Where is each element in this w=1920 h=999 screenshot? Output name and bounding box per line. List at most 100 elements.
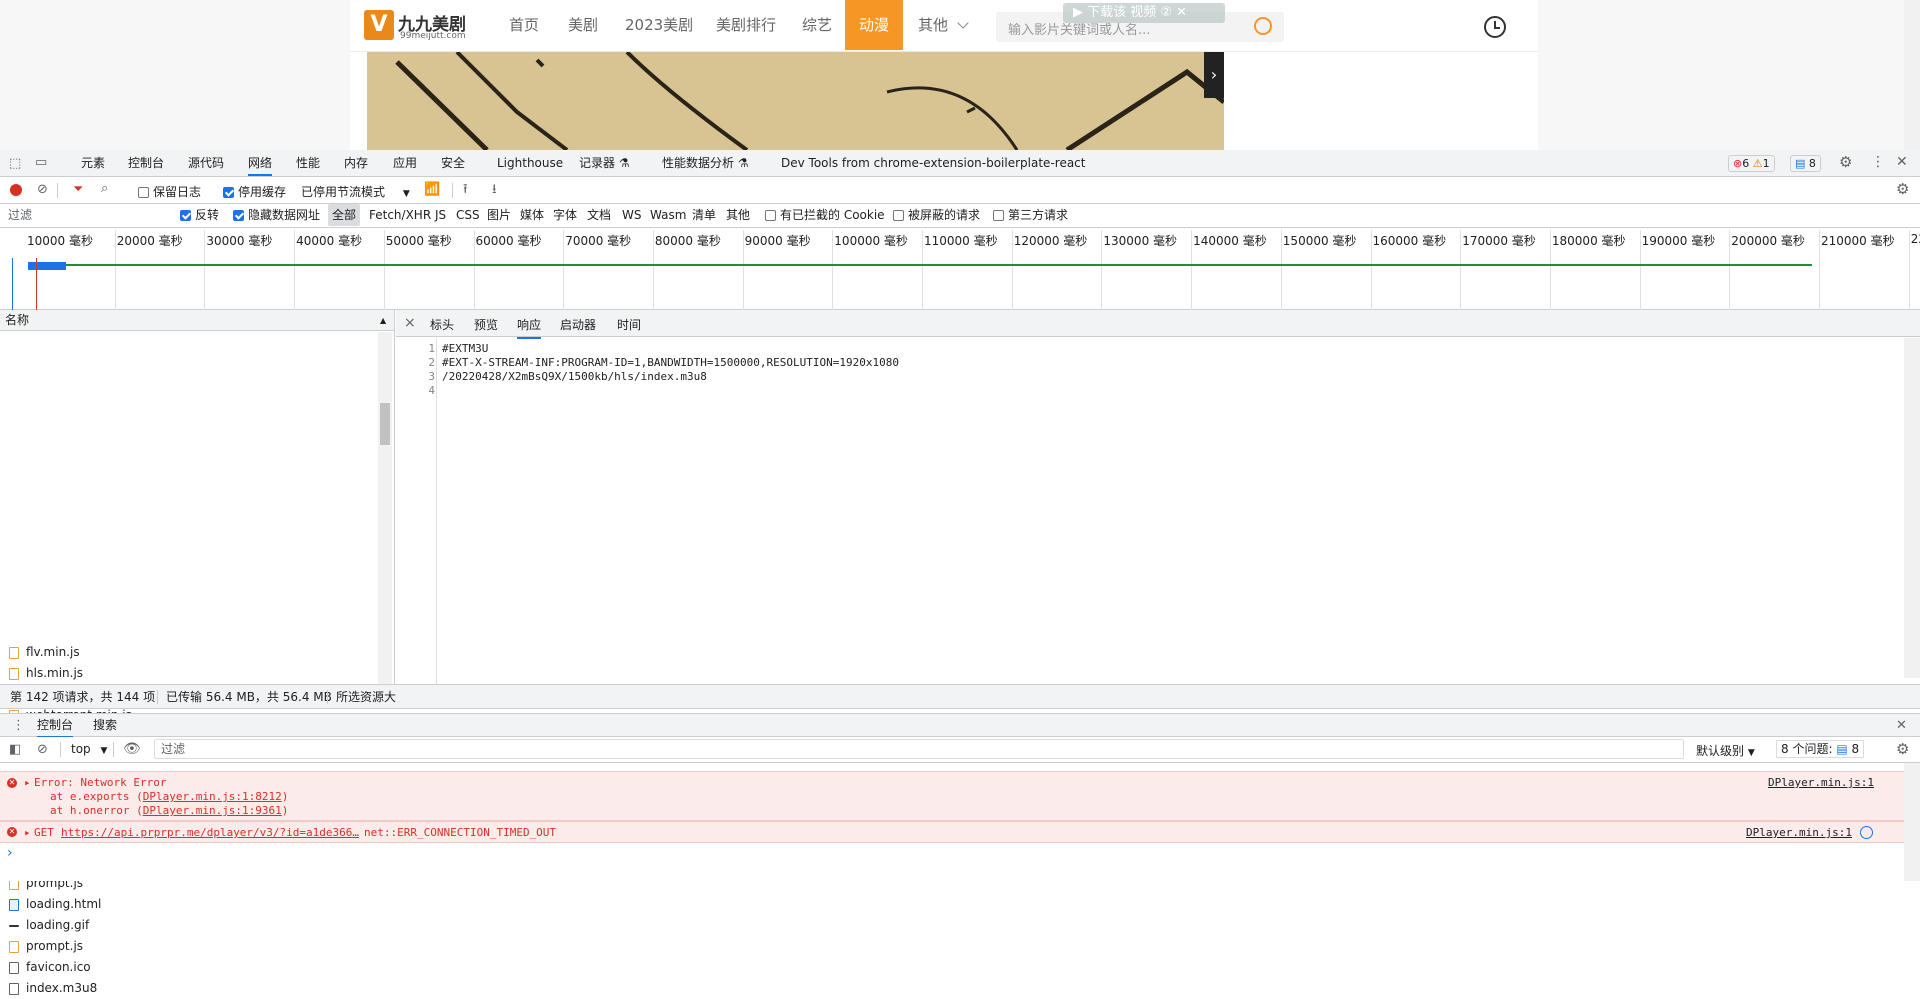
filter-type-other[interactable]: 其他 xyxy=(726,204,750,226)
error-expand-arrow[interactable]: ▸ xyxy=(24,776,31,789)
tab-memory[interactable]: 内存 xyxy=(344,150,368,176)
search-icon[interactable] xyxy=(1254,17,1272,35)
request-row[interactable]: favicon.ico xyxy=(0,957,376,978)
nav-variety[interactable]: 综艺 xyxy=(802,0,832,50)
clear-console-icon[interactable]: ⊘ xyxy=(37,743,48,756)
tab-extension-devtools[interactable]: Dev Tools from chrome-extension-boilerpl… xyxy=(781,150,1085,176)
close-drawer-icon[interactable]: ✕ xyxy=(1896,719,1907,732)
inspect-element-icon[interactable]: ⬚ xyxy=(9,157,21,170)
network-conditions-icon[interactable]: 📶 xyxy=(424,183,440,196)
nav-2023-drama[interactable]: 2023美剧 xyxy=(625,0,693,50)
nav-anime[interactable]: 动漫 xyxy=(845,0,903,50)
filter-type-media[interactable]: 媒体 xyxy=(520,204,544,226)
tab-performance[interactable]: 性能 xyxy=(296,150,320,176)
drawer-tab-search[interactable]: 搜索 xyxy=(93,714,117,736)
request-list-scrollbar[interactable] xyxy=(378,332,392,684)
search-icon[interactable]: ⌕ xyxy=(101,182,108,195)
filter-type-img[interactable]: 图片 xyxy=(487,204,511,226)
request-row[interactable]: flv.min.js xyxy=(0,642,376,663)
tab-preview[interactable]: 预览 xyxy=(474,316,498,333)
filter-type-wasm[interactable]: Wasm xyxy=(650,204,686,226)
checkbox-box[interactable] xyxy=(138,187,149,198)
filter-type-font[interactable]: 字体 xyxy=(553,204,577,226)
messages-counter[interactable]: ▤ 8 xyxy=(1790,155,1821,172)
error-source-link[interactable]: DPlayer.min.js:1 xyxy=(1746,826,1852,839)
checkbox-box[interactable] xyxy=(765,210,776,221)
page-scrollbar[interactable] xyxy=(1904,0,1920,150)
tab-elements[interactable]: 元素 xyxy=(81,150,105,176)
filter-type-css[interactable]: CSS xyxy=(456,204,480,226)
close-detail-icon[interactable]: × xyxy=(404,315,416,331)
scrollbar-thumb[interactable] xyxy=(380,403,390,445)
settings-gear-icon[interactable]: ⚙ xyxy=(1839,155,1852,170)
nav-home[interactable]: 首页 xyxy=(509,0,539,50)
record-icon[interactable] xyxy=(10,184,22,196)
live-expression-eye-icon[interactable]: 👁 xyxy=(123,742,141,756)
tab-performance-insights[interactable]: 性能数据分析 ⚗ xyxy=(662,150,749,176)
tab-headers[interactable]: 标头 xyxy=(430,316,454,333)
tab-sources[interactable]: 源代码 xyxy=(188,150,224,176)
drawer-menu-icon[interactable]: ⋮ xyxy=(12,719,25,732)
third-party-checkbox[interactable]: 第三方请求 xyxy=(993,204,1068,226)
console-filter-input[interactable]: 过滤 xyxy=(154,739,1684,759)
video-player[interactable] xyxy=(367,52,1224,150)
checkbox-box[interactable] xyxy=(223,187,234,198)
network-settings-gear-icon[interactable]: ⚙ xyxy=(1896,182,1909,197)
checkbox-box[interactable] xyxy=(893,210,904,221)
device-toolbar-icon[interactable]: ▭ xyxy=(35,156,47,169)
filter-type-doc[interactable]: 文档 xyxy=(587,204,611,226)
invert-checkbox[interactable]: 反转 xyxy=(180,204,219,226)
request-row[interactable]: index.m3u8 xyxy=(0,978,376,999)
tab-lighthouse[interactable]: Lighthouse xyxy=(497,150,563,176)
throttling-select[interactable]: 已停用节流模式 ▼ xyxy=(301,183,410,200)
close-devtools-icon[interactable]: ✕ xyxy=(1896,155,1908,169)
download-video-overlay[interactable]: ▶ 下载该 视频 ② ✕ xyxy=(1063,3,1225,23)
tab-initiator[interactable]: 启动器 xyxy=(560,316,596,333)
request-row[interactable]: loading.html xyxy=(0,894,376,915)
import-har-icon[interactable]: ⭱ xyxy=(463,183,468,196)
blocked-cookies-checkbox[interactable]: 有已拦截的 Cookie xyxy=(765,204,885,226)
issues-counter[interactable]: ⊗6 ⚠1 xyxy=(1728,155,1775,172)
console-network-error[interactable]: ✕ ▸ GET https://api.prprpr.me/dplayer/v3… xyxy=(0,821,1904,843)
disable-cache-checkbox[interactable]: 停用缓存 xyxy=(223,183,286,200)
video-next-button[interactable]: › xyxy=(1204,52,1224,98)
console-error-message[interactable]: ✕ ▸ Error: Network Error at e.exports (D… xyxy=(0,771,1904,821)
sidebar-toggle-icon[interactable]: ◧ xyxy=(9,743,21,756)
tab-network[interactable]: 网络 xyxy=(248,150,273,176)
site-logo[interactable]: V 九九美剧 99meijutt.com xyxy=(364,8,484,42)
tab-security[interactable]: 安全 xyxy=(441,150,465,176)
filter-type-fetch-xhr[interactable]: Fetch/XHR xyxy=(369,204,431,226)
log-level-select[interactable]: 默认级别 ▼ xyxy=(1696,742,1755,759)
filter-type-manifest[interactable]: 清单 xyxy=(692,204,716,226)
export-har-icon[interactable]: ⭳ xyxy=(492,183,497,196)
history-clock-icon[interactable] xyxy=(1484,16,1506,38)
tab-response[interactable]: 响应 xyxy=(517,316,542,339)
nav-other[interactable]: 其他 xyxy=(918,0,969,50)
preserve-log-checkbox[interactable]: 保留日志 xyxy=(138,183,201,200)
console-prompt[interactable]: › xyxy=(7,845,13,861)
response-scrollbar[interactable] xyxy=(1904,338,1920,678)
tab-application[interactable]: 应用 xyxy=(393,150,417,176)
error-expand-arrow[interactable]: ▸ xyxy=(24,826,31,839)
filter-type-js[interactable]: JS xyxy=(435,204,446,226)
clear-icon[interactable]: ⊘ xyxy=(37,183,48,196)
filter-type-ws[interactable]: WS xyxy=(622,204,641,226)
column-header-name[interactable]: 名称 ▲ xyxy=(0,310,394,331)
filter-input[interactable]: 过滤 xyxy=(8,204,32,226)
network-panel-link-icon[interactable] xyxy=(1860,826,1873,839)
nav-us-drama[interactable]: 美剧 xyxy=(568,0,598,50)
context-selector[interactable]: top ▼ xyxy=(71,742,107,756)
console-scrollbar[interactable] xyxy=(1904,763,1920,881)
checkbox-box[interactable] xyxy=(993,210,1004,221)
request-row[interactable]: hls.min.js xyxy=(0,663,376,684)
issues-button[interactable]: 8 个问题: ▤ 8 xyxy=(1776,740,1865,758)
request-row[interactable]: prompt.js xyxy=(0,936,376,957)
tab-recorder[interactable]: 记录器 ⚗ xyxy=(579,150,630,176)
tab-timing[interactable]: 时间 xyxy=(617,316,641,333)
filter-icon[interactable]: ⏷ xyxy=(73,183,83,196)
checkbox-box[interactable] xyxy=(233,210,244,221)
request-url-link[interactable]: https://api.prprpr.me/dplayer/v3/?id=a1d… xyxy=(61,826,359,839)
error-source-link[interactable]: DPlayer.min.js:1 xyxy=(1768,776,1874,789)
drawer-tab-console[interactable]: 控制台 xyxy=(37,714,74,738)
blocked-requests-checkbox[interactable]: 被屏蔽的请求 xyxy=(893,204,980,226)
